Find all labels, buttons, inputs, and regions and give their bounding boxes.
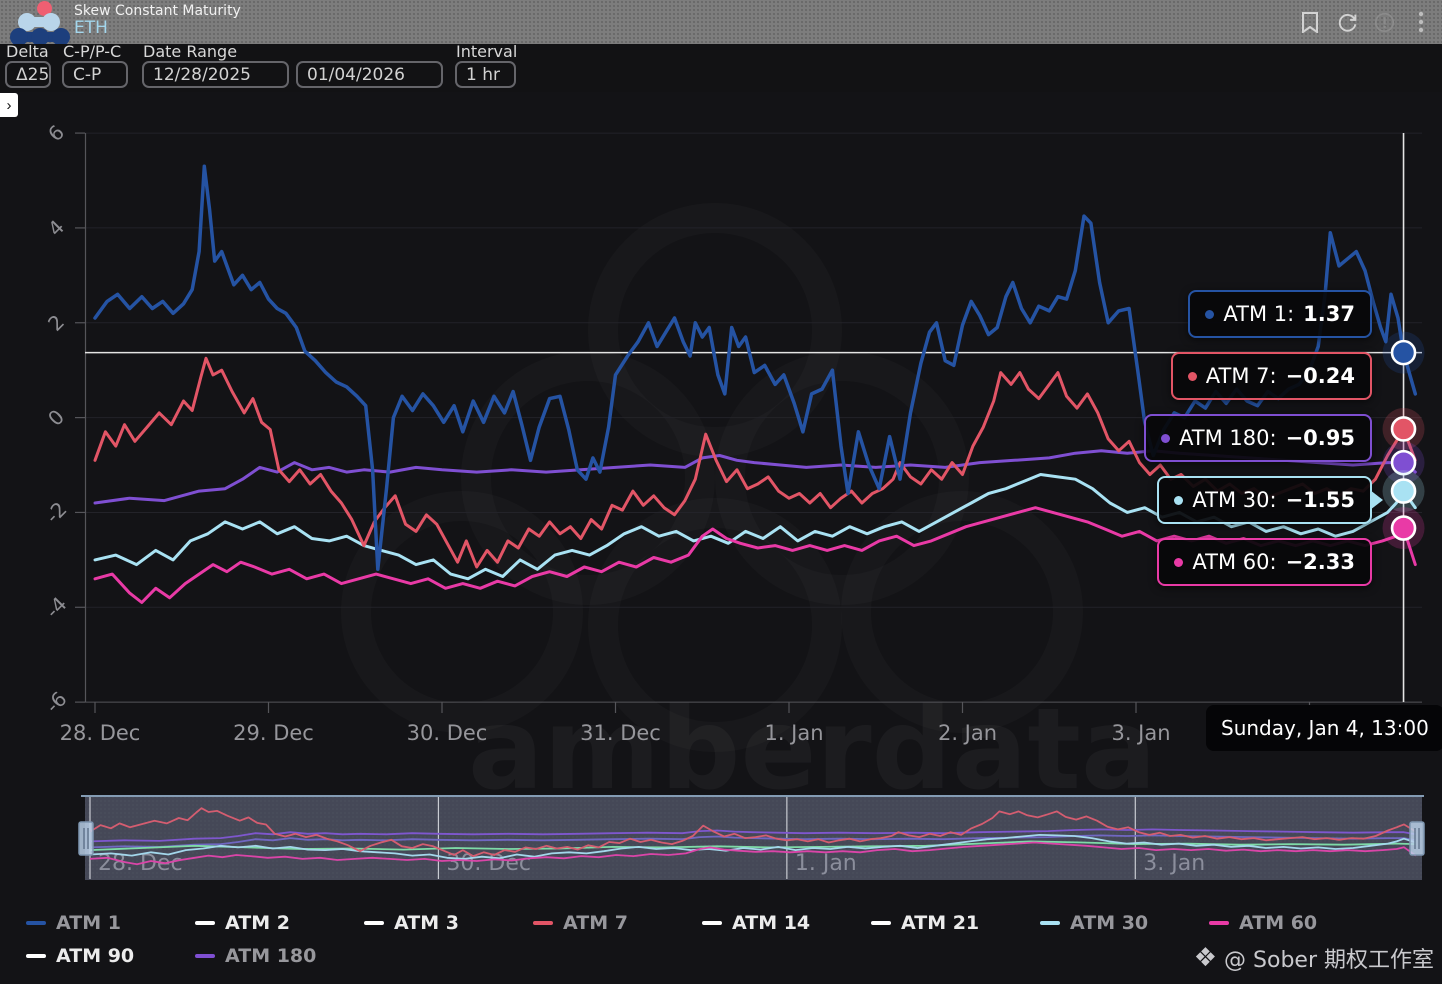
tooltip-series-dot <box>1188 372 1197 381</box>
tooltip-series-label: ATM 60: <box>1192 550 1276 574</box>
point-marker-atm-60 <box>1392 517 1415 540</box>
tooltip-series-label: ATM 180: <box>1179 426 1277 450</box>
legend-swatch <box>1040 921 1060 925</box>
legend-swatch <box>364 921 384 925</box>
tooltip-series-value: −0.24 <box>1286 364 1355 388</box>
legend-item-atm-21[interactable]: ATM 21 <box>871 910 1040 936</box>
x-axis-tick-label: 3. Jan <box>1111 721 1170 745</box>
legend-item-atm-14[interactable]: ATM 14 <box>702 910 871 936</box>
legend-item-atm-3[interactable]: ATM 3 <box>364 910 533 936</box>
y-axis-tick-label: -6 <box>41 687 72 718</box>
crosshair-date-tooltip: Sunday, Jan 4, 13:00 <box>1206 705 1442 751</box>
tooltip-atm-30: ATM 30: −1.55 <box>1157 476 1372 524</box>
legend-item-atm-1[interactable]: ATM 1 <box>26 910 195 936</box>
legend-label: ATM 21 <box>901 912 979 934</box>
point-marker-atm-30 <box>1392 480 1415 503</box>
tooltip-series-dot <box>1174 496 1183 505</box>
y-axis-tick-label: 4 <box>43 215 69 241</box>
legend-swatch <box>1209 921 1229 925</box>
navigator-left-handle[interactable] <box>79 822 93 855</box>
x-axis-tick-label: 30. Dec <box>407 721 488 745</box>
tooltip-series-label: ATM 1: <box>1223 302 1294 326</box>
legend-label: ATM 90 <box>56 945 134 967</box>
tooltip-atm-60: ATM 60: −2.33 <box>1157 538 1372 586</box>
brand-watermark-text: @ Sober 期权工作室 <box>1224 942 1434 974</box>
legend-item-atm-180[interactable]: ATM 180 <box>195 943 364 969</box>
legend-swatch <box>871 921 891 925</box>
binance-diamond-icon: ❖ <box>1194 945 1217 971</box>
tooltip-series-value: −2.33 <box>1286 550 1355 574</box>
x-axis-tick-label: 31. Dec <box>580 721 661 745</box>
legend-item-atm-60[interactable]: ATM 60 <box>1209 910 1378 936</box>
app-window: Skew Constant Maturity ETH Delta Δ25 C-P… <box>0 0 1442 984</box>
navigator[interactable]: 28. Dec30. Dec1. Jan3. Jan <box>79 796 1424 880</box>
navigator-selected-mask[interactable] <box>85 796 1422 880</box>
legend-swatch <box>26 921 46 925</box>
point-marker-atm-1 <box>1392 341 1415 364</box>
legend-swatch <box>533 921 553 925</box>
x-axis-tick-label: 28. Dec <box>60 721 141 745</box>
tooltip-series-value: −0.95 <box>1286 426 1355 450</box>
tooltip-series-value: −1.55 <box>1286 488 1355 512</box>
y-axis-tick-label: -4 <box>41 592 72 623</box>
x-axis-tick-label: 1. Jan <box>764 721 823 745</box>
x-axis-tick-label: 29. Dec <box>233 721 314 745</box>
tooltip-series-dot <box>1161 434 1170 443</box>
legend-swatch <box>26 954 46 958</box>
legend-item-atm-30[interactable]: ATM 30 <box>1040 910 1209 936</box>
tooltip-series-label: ATM 7: <box>1206 364 1277 388</box>
legend-swatch <box>702 921 722 925</box>
legend-label: ATM 2 <box>225 912 290 934</box>
tooltip-series-dot <box>1205 310 1214 319</box>
legend-item-atm-2[interactable]: ATM 2 <box>195 910 364 936</box>
legend-label: ATM 30 <box>1070 912 1148 934</box>
brand-watermark: ❖ @ Sober 期权工作室 <box>1194 942 1434 974</box>
point-marker-atm-7 <box>1392 417 1415 440</box>
legend-label: ATM 60 <box>1239 912 1317 934</box>
legend-label: ATM 1 <box>56 912 121 934</box>
tooltip-atm-1: ATM 1: 1.37 <box>1188 290 1372 338</box>
tooltip-series-value: 1.37 <box>1303 302 1355 326</box>
y-axis-tick-label: 2 <box>43 310 69 336</box>
tooltip-series-label: ATM 30: <box>1192 488 1276 512</box>
tooltip-callout-arrow <box>1370 490 1383 510</box>
legend-label: ATM 180 <box>225 945 316 967</box>
legend-item-atm-90[interactable]: ATM 90 <box>26 943 195 969</box>
tooltip-atm-180: ATM 180: −0.95 <box>1144 414 1372 462</box>
legend-label: ATM 3 <box>394 912 459 934</box>
y-axis-tick-label: 6 <box>43 120 69 146</box>
legend-swatch <box>195 954 215 958</box>
legend-label: ATM 14 <box>732 912 810 934</box>
legend-item-atm-7[interactable]: ATM 7 <box>533 910 702 936</box>
legend-swatch <box>195 921 215 925</box>
x-axis-tick-label: 2. Jan <box>938 721 997 745</box>
legend-label: ATM 7 <box>563 912 628 934</box>
y-axis-tick-label: 0 <box>43 405 69 431</box>
tooltip-atm-7: ATM 7: −0.24 <box>1171 352 1372 400</box>
navigator-right-handle[interactable] <box>1410 822 1424 855</box>
tooltip-series-dot <box>1174 558 1183 567</box>
y-axis-tick-label: -2 <box>41 497 72 528</box>
